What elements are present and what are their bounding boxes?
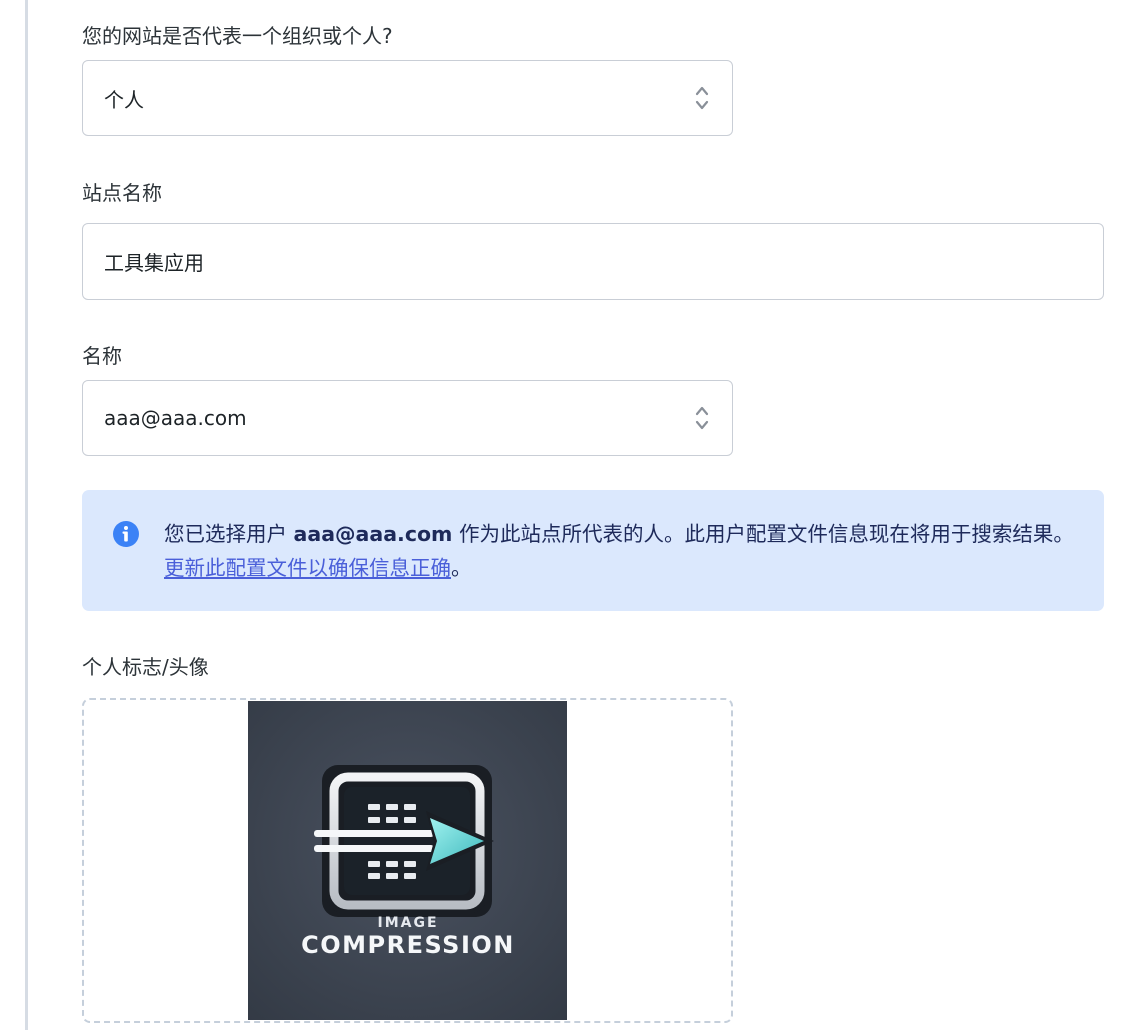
site-name-value: 工具集应用: [104, 251, 204, 275]
logo-image-text-small: IMAGE: [377, 915, 438, 931]
notice-message: 您已选择用户 aaa@aaa.com 作为此站点所代表的人。此用户配置文件信息现…: [164, 517, 1074, 585]
logo-label: 个人标志/头像: [82, 655, 209, 679]
chevron-updown-icon: [695, 86, 709, 110]
notice-middle: 作为此站点所代表的人。此用户配置文件信息现在将用于搜索结果。: [452, 522, 1074, 546]
org-type-value: 个人: [104, 87, 144, 112]
logo-image[interactable]: IMAGE COMPRESSION: [248, 701, 567, 1020]
info-icon: [113, 521, 139, 547]
person-name-label: 名称: [82, 344, 122, 368]
update-profile-link[interactable]: 更新此配置文件以确保信息正确: [164, 556, 451, 580]
notice-user: aaa@aaa.com: [293, 522, 453, 546]
settings-page: 您的网站是否代表一个组织或个人? 个人 站点名称 工具集应用 名称 aaa@aa…: [0, 0, 1125, 1030]
notice-prefix: 您已选择用户: [164, 522, 294, 546]
org-type-select[interactable]: 个人: [82, 60, 733, 136]
site-name-input[interactable]: 工具集应用: [82, 223, 1104, 300]
logo-upload-dropzone[interactable]: IMAGE COMPRESSION: [82, 698, 733, 1023]
site-name-label: 站点名称: [82, 181, 162, 205]
notice-suffix: 。: [451, 556, 472, 580]
logo-image-text-large: COMPRESSION: [301, 931, 515, 959]
chevron-updown-icon: [695, 406, 709, 430]
person-value: aaa@aaa.com: [104, 406, 247, 430]
org-type-label: 您的网站是否代表一个组织或个人?: [82, 24, 393, 48]
left-divider: [25, 0, 28, 1030]
person-select[interactable]: aaa@aaa.com: [82, 380, 733, 456]
info-notice: 您已选择用户 aaa@aaa.com 作为此站点所代表的人。此用户配置文件信息现…: [82, 490, 1104, 611]
